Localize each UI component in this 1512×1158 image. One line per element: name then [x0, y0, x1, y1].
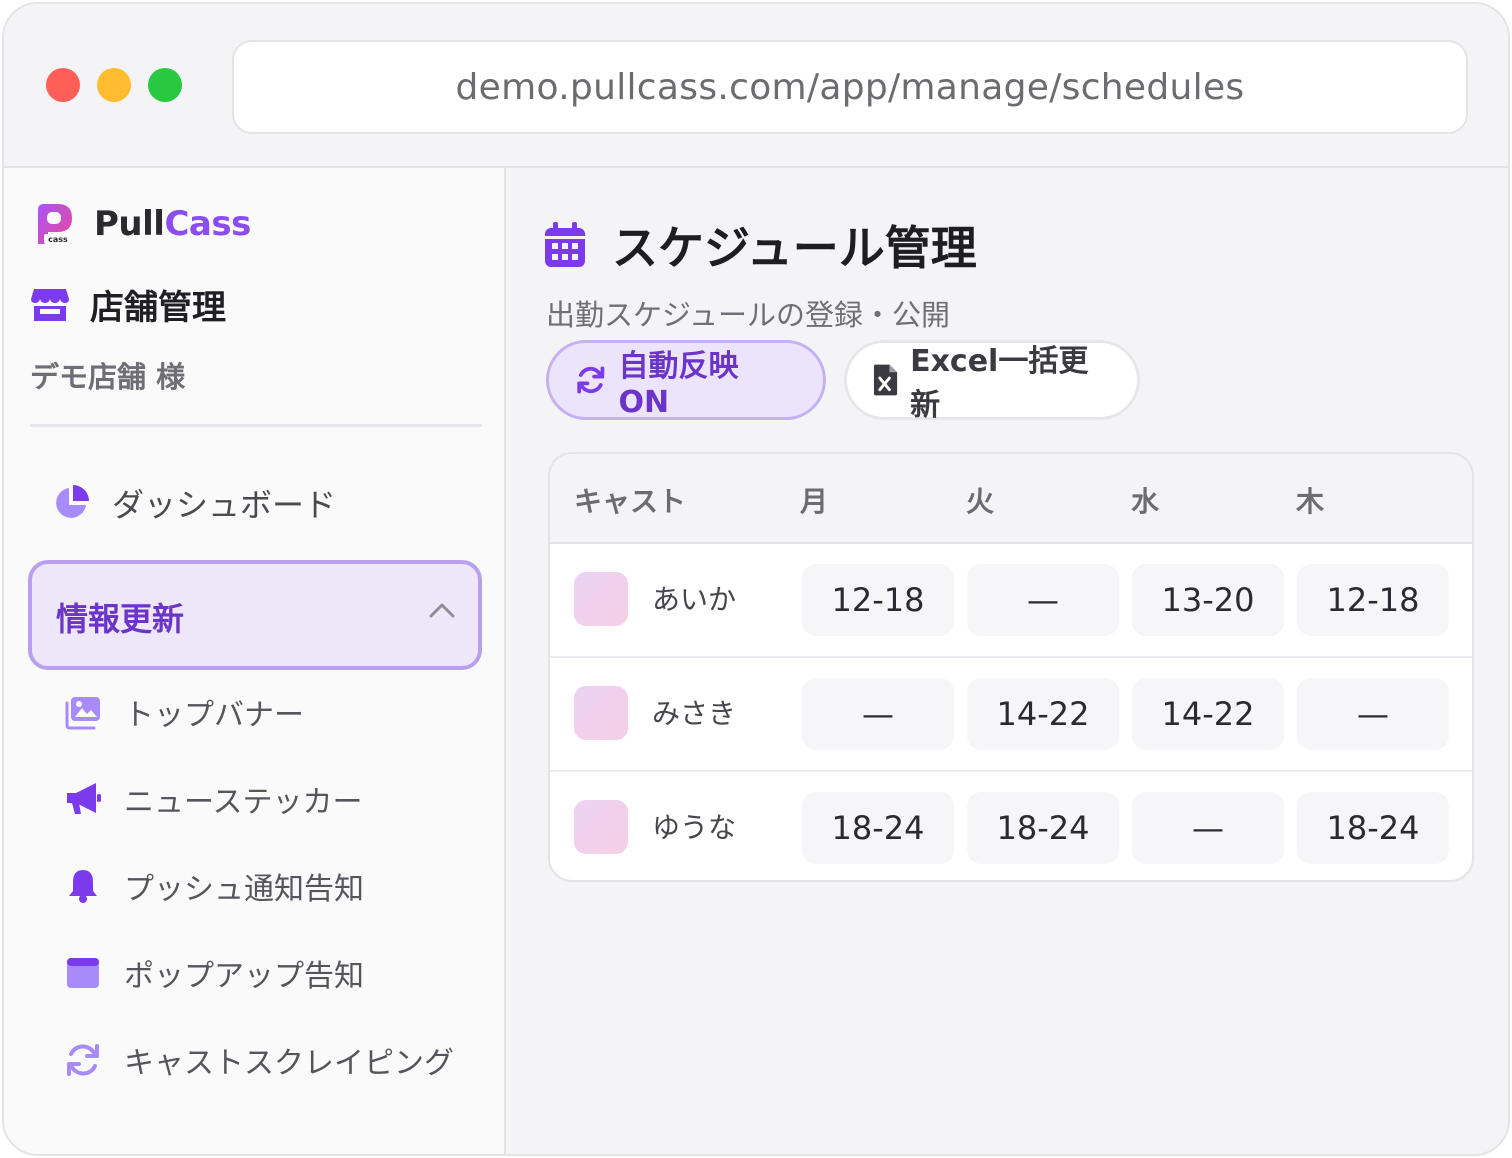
megaphone-icon [67, 783, 101, 814]
column-header-wed: 水 [1131, 485, 1160, 518]
section-title-label: 店舗管理 [90, 288, 226, 328]
sidebar-item-label: キャストスクレイピング [124, 1046, 454, 1081]
excel-bulk-update-button[interactable]: Excel一括更新 [844, 340, 1140, 423]
table-row: あいか 12-18 — 13-20 12-18 [550, 544, 1472, 658]
sidebar-divider [30, 424, 482, 427]
auto-reflect-toggle-button[interactable]: 自動反映 ON [546, 340, 826, 420]
sidebar-item-push-notice[interactable]: プッシュ通知告知 [64, 864, 364, 908]
shift-cell-wed[interactable]: 13-20 [1132, 564, 1284, 636]
table-row: ゆうな 18-24 18-24 — 18-24 [550, 772, 1472, 880]
sidebar-item-popup-notice[interactable]: ポップアップ告知 [64, 951, 364, 995]
shift-cell-mon[interactable]: 12-18 [802, 564, 954, 636]
calendar-icon [545, 222, 585, 267]
sync-icon [67, 1044, 99, 1076]
cast-name: あいか [652, 583, 737, 616]
column-header-cast: キャスト [574, 485, 687, 518]
url-bar[interactable]: demo.pullcass.com/app/manage/schedules [232, 40, 1468, 134]
sidebar-item-label: ニューステッカー [124, 785, 363, 820]
excel-file-icon [873, 364, 898, 396]
sidebar-item-dashboard-label: ダッシュボード [112, 486, 337, 524]
brand-name: PullCass [94, 204, 251, 244]
shift-cell-thu[interactable]: 12-18 [1297, 564, 1449, 636]
shift-cell-mon[interactable]: 18-24 [802, 792, 954, 864]
schedule-table-header: キャスト 月 火 水 木 [550, 454, 1472, 544]
shift-cell-wed[interactable]: — [1132, 792, 1284, 864]
pullcass-logo-icon: cass [38, 204, 72, 244]
image-icon [65, 697, 100, 730]
sidebar-item-dashboard[interactable]: ダッシュボード [52, 480, 336, 526]
schedule-table: キャスト 月 火 水 木 あいか 12-18 — 13-20 12-18 みさき… [548, 452, 1474, 882]
sidebar-group-info-update[interactable]: 情報更新 [28, 560, 482, 670]
brand-name-cass: Cass [164, 204, 251, 244]
page-header: スケジュール管理 [544, 212, 977, 278]
browser-window: demo.pullcass.com/app/manage/schedules c… [2, 2, 1510, 1156]
shift-cell-thu[interactable]: — [1297, 678, 1449, 750]
store-icon [31, 288, 69, 321]
minimize-window-button[interactable] [97, 68, 131, 102]
maximize-window-button[interactable] [148, 68, 182, 102]
column-header-thu: 木 [1296, 485, 1325, 518]
pie-chart-icon [56, 485, 89, 518]
sync-icon [577, 366, 605, 394]
section-title: 店舗管理 [30, 280, 226, 329]
page-title: スケジュール管理 [612, 221, 977, 275]
avatar [574, 800, 628, 854]
shift-cell-wed[interactable]: 14-22 [1132, 678, 1284, 750]
cast-name: みさき [652, 697, 737, 730]
sidebar-group-label: 情報更新 [56, 600, 185, 638]
bell-icon [69, 870, 97, 903]
shift-cell-mon[interactable]: — [802, 678, 954, 750]
sidebar-item-label: プッシュ通知告知 [124, 872, 364, 907]
column-header-tue: 火 [966, 485, 995, 518]
column-header-mon: 月 [800, 485, 829, 518]
brand-logo-text: cass [48, 235, 68, 244]
sidebar-item-label: トップバナー [124, 698, 304, 733]
auto-reflect-label: 自動反映 ON [618, 348, 739, 420]
sidebar-item-top-banner[interactable]: トップバナー [64, 690, 304, 734]
brand-name-pull: Pull [94, 204, 165, 244]
shift-cell-thu[interactable]: 18-24 [1297, 792, 1449, 864]
avatar [574, 572, 628, 626]
sidebar-item-news-sticker[interactable]: ニューステッカー [64, 777, 363, 821]
store-name: デモ店舗 様 [30, 360, 186, 394]
close-window-button[interactable] [46, 68, 80, 102]
shift-cell-tue[interactable]: 14-22 [967, 678, 1119, 750]
browser-titlebar: demo.pullcass.com/app/manage/schedules [4, 4, 1508, 168]
main-content: スケジュール管理 出勤スケジュールの登録・公開 自動反映 ON Excel一括更… [508, 168, 1508, 1154]
cast-name: ゆうな [652, 811, 737, 844]
shift-cell-tue[interactable]: — [967, 564, 1119, 636]
sidebar-item-label: ポップアップ告知 [124, 959, 364, 994]
brand-logo-link[interactable]: cass PullCass [32, 202, 251, 246]
table-row: みさき — 14-22 14-22 — [550, 658, 1472, 772]
sidebar: cass PullCass 店舗管理 デモ店舗 様 ダッシュボード 情報更新 ト… [4, 168, 506, 1154]
avatar [574, 686, 628, 740]
chevron-up-icon [429, 603, 455, 618]
excel-bulk-update-label: Excel一括更新 [910, 344, 1089, 423]
shift-cell-tue[interactable]: 18-24 [967, 792, 1119, 864]
window-icon [67, 958, 99, 988]
page-subtitle: 出勤スケジュールの登録・公開 [546, 298, 950, 332]
sidebar-item-cast-scraping[interactable]: キャストスクレイピング [64, 1038, 454, 1082]
